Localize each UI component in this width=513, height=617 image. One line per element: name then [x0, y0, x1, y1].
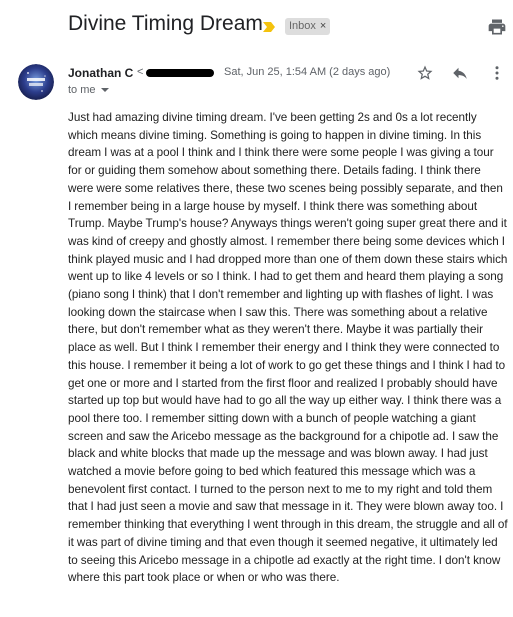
- caret-down-icon: [100, 88, 109, 93]
- redacted-email-address: [146, 69, 214, 77]
- remove-label-icon[interactable]: ×: [320, 20, 326, 32]
- subject-header: Divine Timing Dream Inbox ×: [0, 0, 513, 52]
- email-subject: Divine Timing Dream: [68, 12, 263, 35]
- more-vert-icon[interactable]: [488, 64, 506, 82]
- print-icon[interactable]: [487, 17, 507, 37]
- avatar-image: [18, 64, 54, 100]
- email-body: Just had amazing divine timing dream. I'…: [68, 111, 508, 585]
- sender-email: <: [137, 66, 144, 78]
- star-icon[interactable]: [416, 64, 434, 82]
- recipients-dropdown[interactable]: to me: [68, 84, 109, 96]
- important-marker-icon[interactable]: [262, 20, 276, 34]
- inbox-label-chip[interactable]: Inbox ×: [285, 18, 331, 35]
- recipients-text: to me: [68, 84, 96, 96]
- sender-avatar[interactable]: [18, 64, 54, 100]
- reply-icon[interactable]: [451, 64, 469, 82]
- email-date: Sat, Jun 25, 1:54 AM (2 days ago): [224, 66, 391, 78]
- sender-name[interactable]: Jonathan C: [68, 66, 133, 80]
- inbox-label-text: Inbox: [289, 20, 316, 32]
